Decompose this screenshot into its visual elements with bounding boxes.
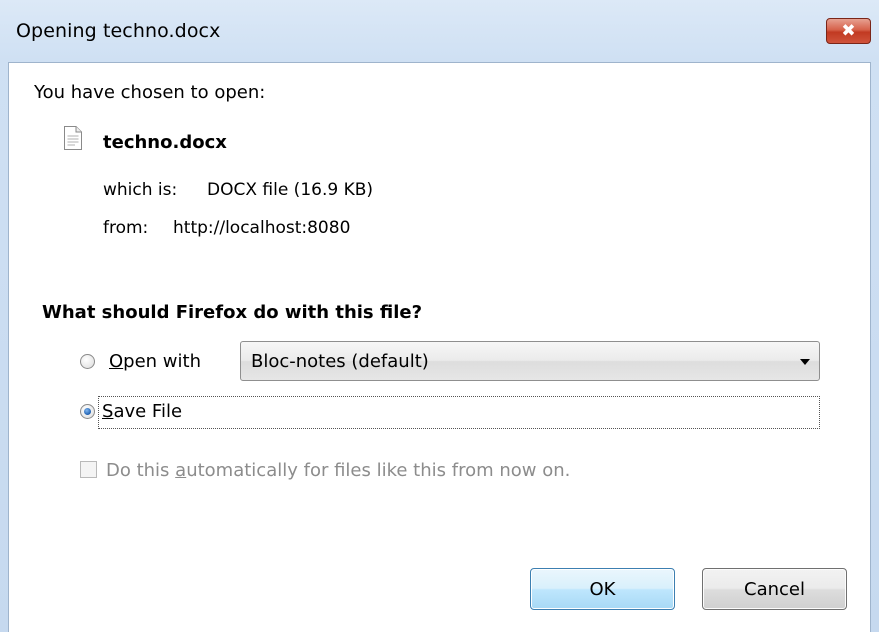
file-name: techno.docx [103, 132, 227, 153]
close-icon: ✖ [841, 20, 856, 41]
open-with-radio[interactable] [80, 354, 95, 369]
cancel-button[interactable]: Cancel [702, 568, 847, 610]
save-file-label-text: ave File [113, 401, 183, 422]
cancel-button-label: Cancel [744, 578, 805, 600]
auto-action-checkbox[interactable] [80, 461, 97, 478]
ok-button[interactable]: OK [530, 568, 675, 610]
close-button[interactable]: ✖ [826, 18, 871, 44]
auto-action-text-before: Do this [106, 460, 176, 481]
auto-action-mnemonic: a [175, 460, 187, 481]
action-question: What should Firefox do with this file? [42, 302, 423, 323]
save-file-label[interactable]: Save File [102, 401, 182, 422]
save-file-radio[interactable] [80, 404, 95, 419]
open-with-label[interactable]: Open with [109, 351, 201, 372]
file-source-value: http://localhost:8080 [173, 218, 351, 238]
save-file-focus-outline [98, 396, 820, 429]
title-bar[interactable]: Opening techno.docx ✖ [0, 0, 879, 62]
file-type-label: which is: [103, 180, 178, 200]
file-type-value: DOCX file (16.9 KB) [207, 180, 374, 200]
auto-action-label[interactable]: Do this automatically for files like thi… [106, 460, 570, 481]
open-with-label-text: pen with [123, 351, 201, 372]
file-source-label: from: [103, 218, 149, 238]
intro-text: You have chosen to open: [34, 82, 266, 103]
chevron-down-icon [800, 359, 810, 365]
save-file-mnemonic: S [102, 401, 114, 422]
open-with-mnemonic: O [109, 351, 124, 372]
application-select-value: Bloc-notes (default) [251, 351, 429, 372]
document-icon [64, 126, 82, 150]
application-select[interactable]: Bloc-notes (default) [240, 341, 820, 381]
dialog-window: Opening techno.docx ✖ You have chosen to… [0, 0, 879, 632]
auto-action-text-after: utomatically for files like this from no… [186, 460, 571, 481]
window-title: Opening techno.docx [16, 20, 221, 42]
ok-button-label: OK [589, 578, 616, 600]
